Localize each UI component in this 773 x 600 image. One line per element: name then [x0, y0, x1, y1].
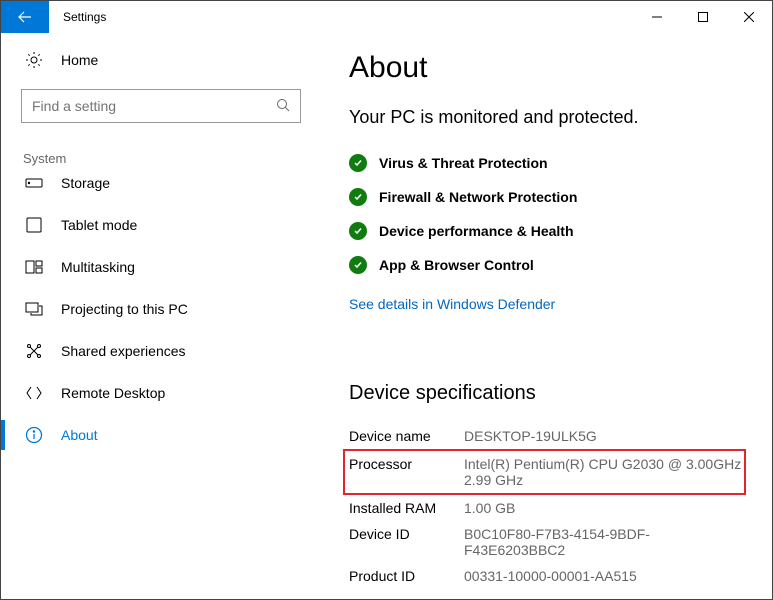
- status-label: App & Browser Control: [379, 257, 534, 273]
- back-button[interactable]: [1, 1, 49, 33]
- spec-value: 00331-10000-00001-AA515: [464, 568, 742, 584]
- tablet-icon: [25, 216, 43, 234]
- check-icon: [349, 188, 367, 206]
- status-label: Firewall & Network Protection: [379, 189, 577, 205]
- spec-value: DESKTOP-19ULK5G: [464, 428, 742, 444]
- spec-row-device-name: Device name DESKTOP-19ULK5G: [349, 423, 742, 449]
- spec-value: B0C10F80-F7B3-4154-9BDF-F43E6203BBC2: [464, 526, 742, 558]
- status-label: Device performance & Health: [379, 223, 574, 239]
- sidebar-item-label: Projecting to this PC: [61, 301, 188, 317]
- device-spec-title: Device specifications: [349, 382, 742, 405]
- spec-row-device-id: Device ID B0C10F80-F7B3-4154-9BDF-F43E62…: [349, 521, 742, 563]
- spec-label: Device ID: [349, 526, 464, 558]
- status-item: App & Browser Control: [349, 248, 742, 282]
- sidebar-item-label: Multitasking: [61, 259, 135, 275]
- defender-details-link[interactable]: See details in Windows Defender: [349, 296, 555, 312]
- check-icon: [349, 256, 367, 274]
- page-title: About: [349, 51, 742, 85]
- check-icon: [349, 154, 367, 172]
- spec-value: 1.00 GB: [464, 500, 742, 516]
- protection-status-list: Virus & Threat Protection Firewall & Net…: [349, 146, 742, 282]
- check-icon: [349, 222, 367, 240]
- device-specs: Device name DESKTOP-19ULK5G Processor In…: [349, 423, 742, 589]
- sidebar-item-remote[interactable]: Remote Desktop: [21, 372, 301, 414]
- status-label: Virus & Threat Protection: [379, 155, 548, 171]
- spec-row-product-id: Product ID 00331-10000-00001-AA515: [349, 563, 742, 589]
- sidebar-item-label: Shared experiences: [61, 343, 186, 359]
- sidebar-item-storage[interactable]: Storage: [21, 168, 301, 204]
- sidebar-item-label: Tablet mode: [61, 217, 137, 233]
- shared-icon: [25, 342, 43, 360]
- sidebar: Home System Storage Tablet mode Multitas…: [1, 33, 321, 599]
- search-icon: [276, 98, 290, 115]
- sidebar-item-shared[interactable]: Shared experiences: [21, 330, 301, 372]
- spec-label: Device name: [349, 428, 464, 444]
- multitask-icon: [25, 258, 43, 276]
- window-controls: [634, 1, 772, 33]
- search-input[interactable]: [32, 98, 276, 114]
- main-content: About Your PC is monitored and protected…: [321, 33, 772, 599]
- spec-row-ram: Installed RAM 1.00 GB: [349, 495, 742, 521]
- sidebar-item-label: Remote Desktop: [61, 385, 165, 401]
- spec-label: Installed RAM: [349, 500, 464, 516]
- window-title: Settings: [49, 1, 634, 33]
- sidebar-group-label: System: [23, 151, 301, 166]
- status-item: Virus & Threat Protection: [349, 146, 742, 180]
- sidebar-item-label: About: [61, 427, 98, 443]
- nav-list: Storage Tablet mode Multitasking Project…: [21, 168, 301, 456]
- sidebar-item-about[interactable]: About: [21, 414, 301, 456]
- sidebar-item-tablet[interactable]: Tablet mode: [21, 204, 301, 246]
- status-item: Firewall & Network Protection: [349, 180, 742, 214]
- status-item: Device performance & Health: [349, 214, 742, 248]
- gear-icon: [25, 51, 43, 69]
- sidebar-item-projecting[interactable]: Projecting to this PC: [21, 288, 301, 330]
- sidebar-item-label: Storage: [61, 175, 110, 191]
- spec-value: Intel(R) Pentium(R) CPU G2030 @ 3.00GHz …: [464, 456, 744, 488]
- spec-label: Product ID: [349, 568, 464, 584]
- minimize-button[interactable]: [634, 1, 680, 33]
- protection-subtitle: Your PC is monitored and protected.: [349, 107, 742, 128]
- remote-icon: [25, 384, 43, 402]
- info-icon: [25, 426, 43, 444]
- storage-icon: [25, 174, 43, 192]
- home-button[interactable]: Home: [21, 43, 301, 77]
- sidebar-item-multitasking[interactable]: Multitasking: [21, 246, 301, 288]
- title-bar: Settings: [1, 1, 772, 33]
- close-button[interactable]: [726, 1, 772, 33]
- spec-label: Processor: [349, 456, 464, 488]
- project-icon: [25, 300, 43, 318]
- maximize-button[interactable]: [680, 1, 726, 33]
- search-box[interactable]: [21, 89, 301, 123]
- home-label: Home: [61, 52, 98, 68]
- spec-row-processor: Processor Intel(R) Pentium(R) CPU G2030 …: [343, 449, 746, 495]
